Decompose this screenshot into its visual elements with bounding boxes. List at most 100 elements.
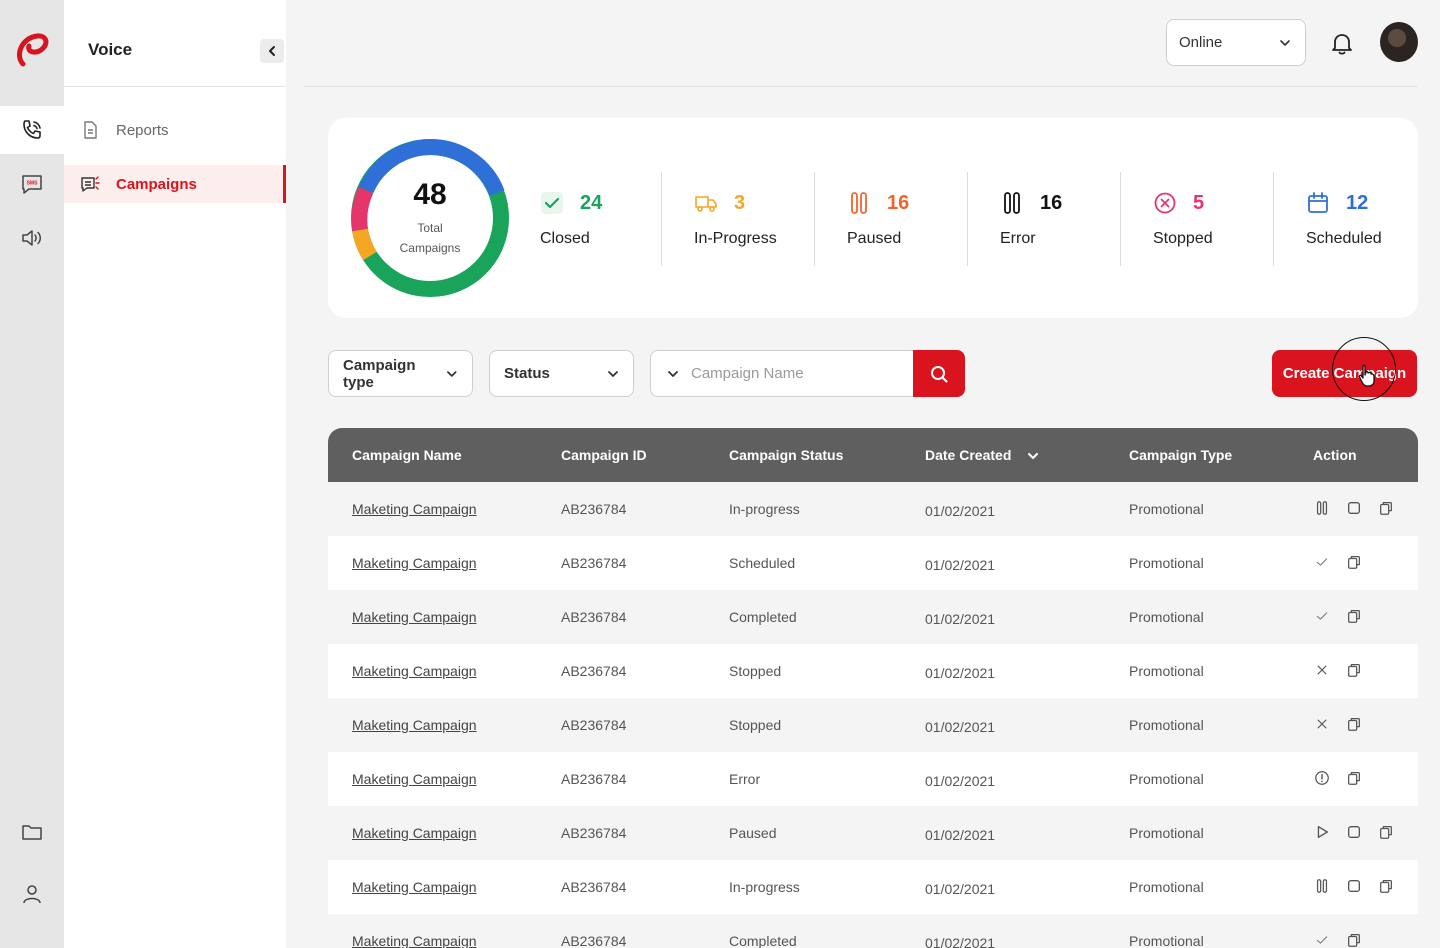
rail-user-icon[interactable] [0,870,64,918]
sidebar-item-label: Reports [116,121,169,139]
close-icon[interactable] [1313,715,1331,733]
stat-divider [814,172,815,266]
chevron-down-icon [1280,39,1290,46]
campaign-name-link[interactable]: Maketing Campaign [352,717,477,733]
stat-count: 3 [734,192,746,214]
alert-icon[interactable] [1313,769,1331,787]
campaign-id-cell: AB236784 [561,717,627,733]
stop-icon[interactable] [1345,499,1363,517]
chevron-down-icon [608,370,618,377]
campaign-name-link[interactable]: Maketing Campaign [352,933,477,948]
pause-icon[interactable] [1313,877,1331,895]
campaign-id-cell: AB236784 [561,933,627,948]
chevron-down-icon[interactable] [667,368,679,380]
campaign-id-cell: AB236784 [561,879,627,895]
campaign-type-cell: Promotional [1129,771,1204,787]
check-icon[interactable] [1313,607,1331,625]
brand-logo-icon[interactable] [13,30,51,70]
date-created-cell: 01/02/2021 [925,503,996,519]
campaign-status-cell: Error [729,771,761,787]
copy-icon[interactable] [1377,499,1395,517]
campaign-type-cell: Promotional [1129,717,1204,733]
stop-icon[interactable] [1345,823,1363,841]
play-icon[interactable] [1313,823,1331,841]
copy-icon[interactable] [1345,715,1363,733]
column-campaign-type[interactable]: Campaign Type [1129,447,1232,463]
campaign-table: Campaign Name Campaign ID Campaign Statu… [328,428,1418,948]
sidebar-item-campaigns[interactable]: Campaigns [64,165,286,203]
truck-icon [694,191,718,215]
svg-text:SMS: SMS [27,181,39,187]
sort-chevron-down-icon[interactable] [1027,450,1039,462]
campaign-name-link[interactable]: Maketing Campaign [352,609,477,625]
table-header: Campaign Name Campaign ID Campaign Statu… [328,428,1418,482]
stat-label: Stopped [1153,230,1213,247]
error-bars-icon [1000,191,1024,215]
rail-sms-icon[interactable]: SMS [0,160,64,208]
campaign-status-cell: Stopped [729,717,782,733]
date-created-cell: 01/02/2021 [925,557,996,573]
campaign-name-link[interactable]: Maketing Campaign [352,501,477,517]
campaign-name-link[interactable]: Maketing Campaign [352,879,477,895]
campaign-search-box [650,350,914,397]
campaign-type-cell: Promotional [1129,933,1204,948]
collapse-sidebar-button[interactable] [260,39,284,63]
table-row: Maketing Campaign AB236784 Stopped 01/02/20… [328,698,1418,752]
campaign-id-cell: AB236784 [561,609,627,625]
campaign-name-link[interactable]: Maketing Campaign [352,771,477,787]
user-avatar[interactable] [1380,22,1418,62]
copy-icon[interactable] [1345,769,1363,787]
copy-icon[interactable] [1345,553,1363,571]
rail-broadcast-icon[interactable] [0,214,64,262]
campaign-type-cell: Promotional [1129,663,1204,679]
search-button[interactable] [913,350,965,397]
table-row: Maketing Campaign AB236784 Completed 01/02/… [328,914,1418,948]
total-label-line1: Total [417,221,443,235]
rail-voice-icon[interactable] [0,106,64,154]
campaign-status-cell: In-progress [729,501,800,517]
campaign-name-link[interactable]: Maketing Campaign [352,555,477,571]
copy-icon[interactable] [1345,607,1363,625]
copy-icon[interactable] [1377,877,1395,895]
column-date-created[interactable]: Date Created [925,447,1011,463]
notification-bell-icon[interactable] [1328,29,1356,57]
campaign-id-cell: AB236784 [561,771,627,787]
table-row: Maketing Campaign AB236784 In-progress 01/0… [328,860,1418,914]
campaign-search-input[interactable] [691,365,891,382]
table-row: Maketing Campaign AB236784 Error 01/02/2021… [328,752,1418,806]
date-created-cell: 01/02/2021 [925,611,996,627]
create-campaign-button[interactable]: Create Campaign [1272,350,1417,397]
online-status-select[interactable]: Online [1166,19,1306,66]
stat-divider [1273,172,1274,266]
column-campaign-status[interactable]: Campaign Status [729,447,843,463]
stop-icon[interactable] [1345,877,1363,895]
close-icon[interactable] [1313,661,1331,679]
sidebar-item-reports[interactable]: Reports [64,111,286,149]
campaign-status-cell: Stopped [729,663,782,679]
campaign-name-link[interactable]: Maketing Campaign [352,663,477,679]
column-campaign-id[interactable]: Campaign ID [561,447,647,463]
copy-icon[interactable] [1345,931,1363,948]
total-label-line2: Campaigns [399,241,461,255]
rail-folder-icon[interactable] [0,808,64,856]
campaign-type-filter[interactable]: Campaign type [328,350,473,397]
campaign-name-link[interactable]: Maketing Campaign [352,825,477,841]
campaign-type-cell: Promotional [1129,879,1204,895]
pause-icon[interactable] [1313,499,1331,517]
copy-icon[interactable] [1377,823,1395,841]
check-icon[interactable] [1313,553,1331,571]
table-row: Maketing Campaign AB236784 Scheduled 01/02/… [328,536,1418,590]
status-filter-label: Status [504,365,550,382]
date-created-cell: 01/02/2021 [925,719,996,735]
stat-label: In-Progress [694,230,777,247]
campaign-status-cell: Completed [729,609,797,625]
campaign-summary-card: 48 Total Campaigns 24 Closed 3 In-Progre… [328,118,1418,318]
sidebar-divider [64,86,286,87]
status-filter[interactable]: Status [489,350,634,397]
check-icon[interactable] [1313,931,1331,948]
stop-circle-icon [1153,191,1177,215]
copy-icon[interactable] [1345,661,1363,679]
search-icon [931,365,948,382]
stat-label: Error [1000,230,1036,247]
column-campaign-name[interactable]: Campaign Name [352,447,462,463]
